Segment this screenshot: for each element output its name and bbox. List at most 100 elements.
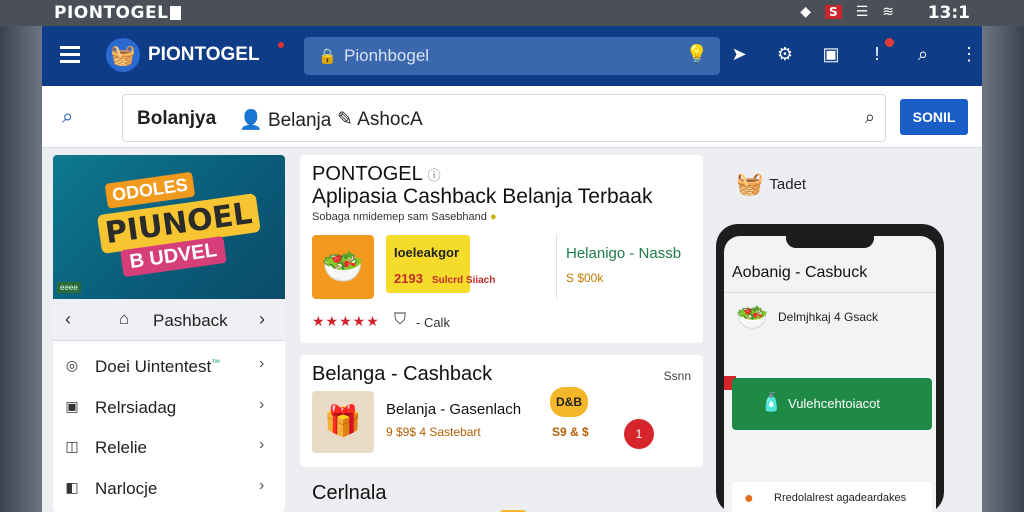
cashback-card[interactable]: Belanga - Cashback Ssnn 🎁 Belanja - Gase… <box>300 355 703 467</box>
home-icon[interactable]: ⌂ <box>119 309 129 329</box>
tab-ashoca[interactable]: ✎ AshocA <box>337 108 423 131</box>
phone-bottom-card[interactable]: ● Rredolalrest agadeardakes <box>732 482 932 512</box>
product-price: 9 $9$ 4 Sastebart <box>386 425 481 439</box>
sub-bar: ⌕ Bolanjya 👤 Belanja ✎ AshocA ⌕ SONIL <box>42 86 982 148</box>
phone-title: Aobanig - Casbuck <box>732 264 868 281</box>
sub-tabs-box: Bolanjya 👤 Belanja ✎ AshocA ⌕ <box>122 94 886 142</box>
card-icon: ▣ <box>65 398 79 414</box>
tab-bolanjya[interactable]: Bolanjya <box>137 108 216 130</box>
offer-name: Ioeleakgor <box>394 245 460 260</box>
more-vertical-icon[interactable]: ⋮ <box>958 44 980 65</box>
shield-icon: ⛉ <box>394 311 407 328</box>
list-item-label: Doei Uintentest™ <box>95 357 221 376</box>
list-item-label: Relelie <box>95 438 147 457</box>
right-header[interactable]: 🧺 Tadet <box>736 171 806 197</box>
section-title: Cerlnala <box>312 482 387 504</box>
left-panel: ODOLES PIUNOEL B UDVEL eeee ‹ ⌂ Pashback… <box>53 155 285 512</box>
card-title: PONTOGEL ⓘ <box>312 163 441 185</box>
chevron-right-icon: › <box>259 436 265 453</box>
promo-banner[interactable]: ODOLES PIUNOEL B UDVEL eeee <box>53 155 285 299</box>
tab-belanja[interactable]: 👤 Belanja <box>239 108 331 132</box>
phone-green-button-label: Vulehcehtoiacot <box>788 396 881 411</box>
magnifier-icon[interactable]: ⌕ <box>865 107 875 128</box>
card-subtitle: Aplipasia Cashback Belanja Terbaak <box>312 185 653 208</box>
right-header-label: Tadet <box>769 175 807 193</box>
coin-badge: D&B <box>550 387 588 417</box>
basket-icon: 🧺 <box>736 171 764 196</box>
sonil-button[interactable]: SONIL <box>900 99 968 135</box>
drop-icon: ● <box>744 490 754 507</box>
bulb-icon[interactable]: 💡 <box>686 44 708 65</box>
list-item-label: Narlocje <box>95 479 158 498</box>
status-square-icon <box>170 6 181 20</box>
divider <box>724 292 936 293</box>
chevron-left-icon[interactable]: ‹ <box>65 309 71 330</box>
notification-dot <box>278 42 284 48</box>
banner-art: ODOLES PIUNOEL B UDVEL <box>91 165 261 285</box>
chevron-right-icon: › <box>259 396 265 413</box>
red-action-button[interactable]: 1 <box>624 419 654 449</box>
phone-mockup: Aobanig - Casbuck 🥗 Delmjhkaj 4 Gsack 🧴 … <box>716 224 944 512</box>
card-small-text: Sobaga nmidemep sam Sasebhand ● <box>312 211 497 223</box>
bag-icon: ◧ <box>65 479 79 495</box>
hamburger-menu-icon[interactable] <box>60 46 80 63</box>
product-icon: 🎁 <box>312 391 374 453</box>
food-basket-icon: 🥗 <box>312 235 374 299</box>
phone-item-label: Delmjhkaj 4 Gsack <box>778 310 879 324</box>
search-icon[interactable]: ⌕ <box>912 44 934 65</box>
wallet-icon[interactable]: ▣ <box>820 44 842 65</box>
tab-ashoca-label: AshocA <box>357 109 423 130</box>
status-red-badge: S <box>825 5 842 19</box>
offer-green-title: Helanigo - Nassb <box>566 245 682 262</box>
chevron-right-icon: › <box>259 355 265 372</box>
phone-green-button[interactable]: 🧴 Vulehcehtoiacot <box>732 378 932 430</box>
list-item[interactable]: ◫ Relelie › <box>53 428 285 468</box>
banner-foot-text: eeee <box>57 282 81 293</box>
list-item[interactable]: ◧ Narlocje › <box>53 469 285 509</box>
chevron-right-icon[interactable]: › <box>259 309 265 330</box>
status-time: 13:1 <box>927 3 970 23</box>
status-bar: PIONTOGEL ◆ S ☰ ≋ 13:1 <box>0 0 1024 26</box>
list-item-label: Relrsiadag <box>95 398 177 417</box>
brand-title: PIONTOGEL <box>148 44 260 65</box>
lock-icon: 🔒 <box>318 48 337 65</box>
food-basket-icon: 🥗 <box>736 302 769 332</box>
chevron-right-icon: › <box>259 477 265 494</box>
app-window: 🧺 PIONTOGEL 🔒 Pionhbogel 💡 ➤ ⚙ ▣ ! ⌕ ⋮ ⌕… <box>42 26 982 512</box>
settings-icon[interactable]: ⚙ <box>774 44 796 65</box>
offer-value: 2193 <box>394 271 423 286</box>
phone-notch <box>786 236 874 248</box>
bottle-icon: 🧴 <box>760 392 783 412</box>
list-item[interactable]: ◎ Doei Uintentest™ › <box>53 347 285 387</box>
offer-green-sub: S $00k <box>566 271 604 285</box>
tab-belanja-label: Belanja <box>267 110 332 131</box>
list-item[interactable]: ▣ Relrsiadag › <box>53 388 285 428</box>
card-sn: Ssnn <box>663 369 691 383</box>
featured-card[interactable]: PONTOGEL ⓘ Aplipasia Cashback Belanja Te… <box>300 155 703 343</box>
logo-icon: 🧺 <box>106 38 140 72</box>
status-app-title: PIONTOGEL <box>54 3 169 23</box>
box-icon: ◫ <box>65 438 79 454</box>
app-bar: 🧺 PIONTOGEL 🔒 Pionhbogel 💡 ➤ ⚙ ▣ ! ⌕ ⋮ <box>42 26 982 86</box>
alert-icon[interactable]: ! <box>866 38 894 65</box>
pager-label: Pashback <box>153 311 228 330</box>
phone-screen: Aobanig - Casbuck 🥗 Delmjhkaj 4 Gsack 🧴 … <box>724 236 936 512</box>
wifi-icon: ≋ <box>882 4 894 20</box>
status-icons: ◆ S ☰ ≋ <box>800 4 894 20</box>
app-bar-icons: ➤ ⚙ ▣ ! ⌕ ⋮ <box>728 38 980 65</box>
banner-pager: ‹ ⌂ Pashback › <box>53 299 285 341</box>
tag-icon[interactable]: ➤ <box>728 44 750 65</box>
divider <box>556 235 557 299</box>
offer-red-text: Sulcrd Siiach <box>432 275 496 286</box>
circle-icon: ◎ <box>65 357 79 373</box>
diamond-icon: ◆ <box>800 4 812 20</box>
product-name: Belanja - Gasenlach <box>386 401 522 418</box>
talk-text: - Calk <box>416 315 450 330</box>
phone-bottom-label: Rredolalrest agadeardakes <box>774 492 907 504</box>
search-input[interactable]: Pionhbogel <box>344 46 429 66</box>
coin-price: S9 & $ <box>552 425 589 439</box>
card-title: Belanga - Cashback <box>312 363 493 385</box>
rating-stars: ★★★★★ <box>312 313 380 329</box>
search-box[interactable]: 🔒 Pionhbogel 💡 <box>304 37 720 75</box>
search-icon[interactable]: ⌕ <box>62 106 73 129</box>
